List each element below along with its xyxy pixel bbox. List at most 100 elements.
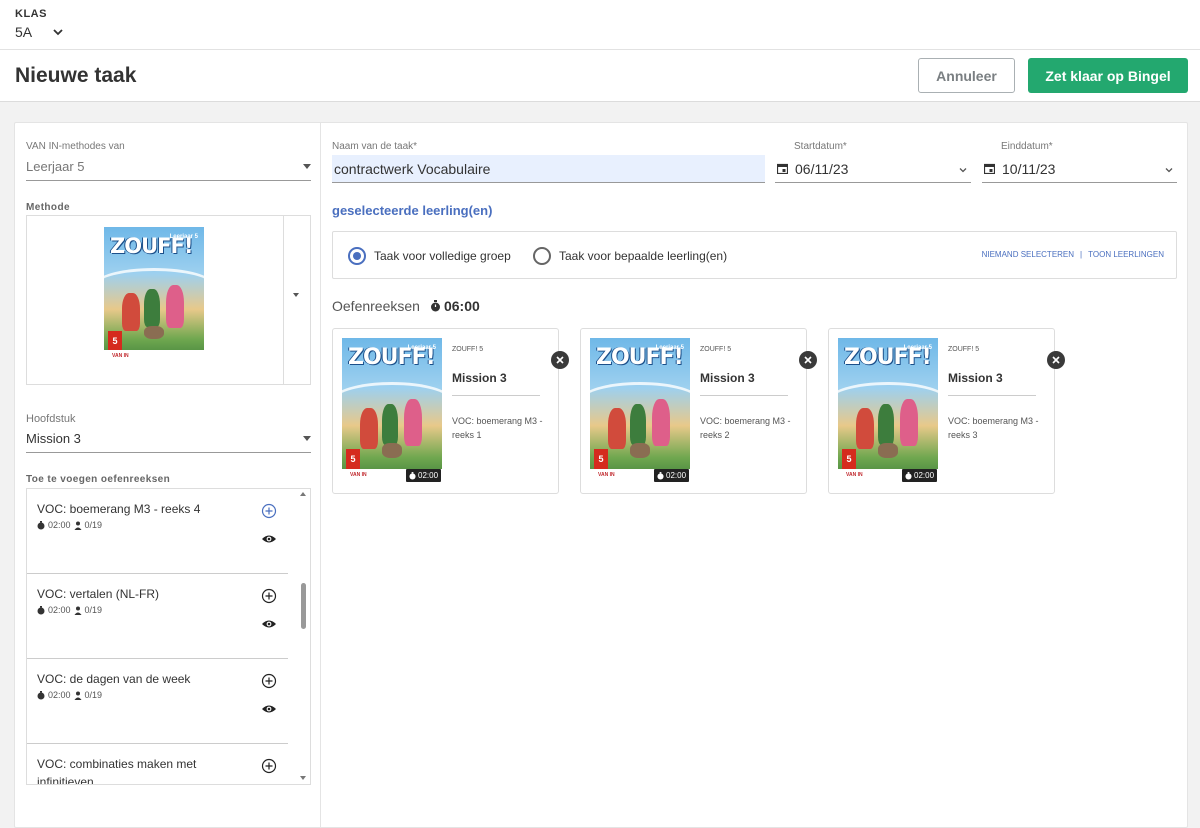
child-figure (900, 399, 918, 447)
radio-full-group-label: Taak voor volledige groep (374, 249, 511, 263)
start-date-label: Startdatum* (794, 141, 847, 152)
chapter-select[interactable]: Mission 3 (26, 425, 311, 453)
cancel-button[interactable]: Annuleer (918, 58, 1015, 93)
eye-icon[interactable] (261, 618, 277, 630)
stopwatch-icon (37, 520, 45, 529)
task-card[interactable]: ZOUFF! Leerjaar 5 5 VAN IN 02:00 ZOUFF! … (580, 328, 817, 494)
list-item: VOC: combinaties maken met infinitieven (27, 744, 288, 785)
scroll-thumb[interactable] (301, 583, 306, 629)
exercise-series-header: Oefenreeksen 06:00 (332, 298, 480, 314)
task-details-panel: Naam van de taak* contractwerk Vocabulai… (321, 123, 1187, 827)
remove-task-button[interactable] (799, 351, 817, 369)
dog-figure (878, 443, 898, 458)
list-item: VOC: boemerang M3 - reeks 4 02:00 0/19 (27, 489, 288, 574)
method-select[interactable]: ZOUFF! Leerjaar 5 5 VAN IN (26, 215, 311, 385)
task-name-label: Naam van de taak* (332, 141, 418, 152)
add-circle-icon[interactable] (261, 758, 277, 774)
task-description: VOC: boemerang M3 - reeks 1 (452, 416, 543, 440)
exercise-meta: 02:00 0/19 (37, 690, 102, 700)
remove-task-button[interactable] (1047, 351, 1065, 369)
exercise-time: 02:00 (48, 605, 71, 615)
calendar-icon (984, 163, 995, 174)
publisher-logo: VAN IN (598, 472, 615, 479)
list-scrollbar[interactable] (297, 489, 310, 784)
klas-label: KLAS (15, 8, 47, 20)
publisher-logo: VAN IN (846, 472, 863, 479)
radio-full-group[interactable]: Taak voor volledige groep (348, 247, 511, 265)
book-cover-image: ZOUFF! Leerjaar 5 5 VAN IN (104, 227, 204, 364)
add-exercises-label: Toe te voegen oefenreeksen (26, 474, 171, 485)
radio-specific-students[interactable]: Taak voor bepaalde leerling(en) (533, 247, 727, 265)
exercise-list[interactable]: VOC: boemerang M3 - reeks 4 02:00 0/19 V… (26, 488, 311, 785)
assignment-scope-box: Taak voor volledige groep Taak voor bepa… (332, 231, 1177, 279)
child-figure (630, 403, 646, 445)
method-label: Methode (26, 202, 70, 213)
book-number-badge: 5 (842, 448, 856, 470)
submit-to-bingel-button[interactable]: Zet klaar op Bingel (1028, 58, 1188, 93)
exercise-students: 0/19 (84, 520, 103, 530)
child-figure (878, 403, 894, 445)
remove-task-button[interactable] (551, 351, 569, 369)
close-icon (556, 356, 564, 364)
task-time: 02:00 (418, 471, 439, 480)
task-time: 02:00 (666, 471, 687, 480)
time-badge: 02:00 (406, 469, 442, 482)
task-series: ZOUFF! 5 (948, 346, 980, 353)
task-card[interactable]: ZOUFF! Leerjaar 5 5 VAN IN 02:00 ZOUFF! … (332, 328, 569, 494)
chapter-value: Mission 3 (26, 431, 81, 446)
task-divider (452, 395, 540, 396)
time-badge: 02:00 (902, 469, 938, 482)
eye-icon[interactable] (261, 703, 277, 715)
scroll-up-arrow-icon[interactable] (300, 492, 306, 496)
methods-value: Leerjaar 5 (26, 159, 85, 174)
book-logo-sub: Leerjaar 5 (903, 345, 932, 352)
page-title: Nieuwe taak (15, 64, 137, 87)
add-circle-icon[interactable] (261, 503, 277, 519)
add-circle-icon[interactable] (261, 673, 277, 689)
exercise-title: VOC: combinaties maken met infinitieven (37, 757, 197, 785)
list-item: VOC: vertalen (NL-FR) 02:00 0/19 (27, 574, 288, 659)
radio-specific-students-label: Taak voor bepaalde leerling(en) (559, 249, 728, 263)
task-form-card: VAN IN-methodes van Leerjaar 5 Methode Z… (14, 122, 1188, 828)
stopwatch-icon (905, 471, 912, 479)
time-badge: 02:00 (654, 469, 690, 482)
methods-select[interactable]: Leerjaar 5 (26, 153, 311, 181)
exercise-title: VOC: vertalen (NL-FR) (37, 587, 160, 601)
stopwatch-icon (657, 471, 664, 479)
klas-value: 5A (15, 24, 33, 40)
end-date-value: 10/11/23 (1002, 160, 1056, 177)
child-figure (144, 288, 160, 327)
child-figure (166, 284, 184, 329)
show-students-link[interactable]: TOON LEERLINGEN (1088, 250, 1164, 259)
close-icon (804, 356, 812, 364)
stopwatch-icon (409, 471, 416, 479)
klas-select[interactable]: 5A (15, 24, 64, 40)
radio-selected-icon (348, 247, 366, 265)
child-figure (382, 403, 398, 445)
caret-down-icon (303, 436, 311, 441)
task-description: VOC: boemerang M3 - reeks 3 (948, 416, 1039, 440)
task-card[interactable]: ZOUFF! Leerjaar 5 5 VAN IN 02:00 ZOUFF! … (828, 328, 1065, 494)
selected-students-link[interactable]: geselecteerde leerling(en) (332, 203, 492, 218)
chevron-down-icon (53, 29, 63, 36)
book-number-badge: 5 (346, 448, 360, 470)
task-series: ZOUFF! 5 (452, 346, 484, 353)
scroll-down-arrow-icon[interactable] (300, 776, 306, 780)
student-selection-links: NIEMAND SELECTEREN | TOON LEERLINGEN (982, 250, 1164, 259)
link-separator: | (1080, 250, 1083, 259)
methods-label: VAN IN-methodes van (26, 141, 125, 152)
select-nobody-link[interactable]: NIEMAND SELECTEREN (982, 250, 1074, 259)
caret-down-icon[interactable] (293, 293, 299, 297)
start-date-field[interactable]: 06/11/23 (775, 155, 971, 183)
list-item: VOC: de dagen van de week 02:00 0/19 (27, 659, 288, 744)
book-number-badge: 5 (594, 448, 608, 470)
page-header: Nieuwe taak Annuleer Zet klaar op Bingel (0, 50, 1200, 102)
eye-icon[interactable] (261, 533, 277, 545)
task-name-input[interactable]: contractwerk Vocabulaire (332, 155, 765, 183)
add-circle-icon[interactable] (261, 588, 277, 604)
book-cover-image: ZOUFF! Leerjaar 5 5 VAN IN (342, 338, 442, 484)
task-mission: Mission 3 (700, 371, 755, 385)
child-figure (608, 408, 626, 449)
chevron-down-icon (959, 168, 967, 173)
end-date-field[interactable]: 10/11/23 (982, 155, 1177, 183)
